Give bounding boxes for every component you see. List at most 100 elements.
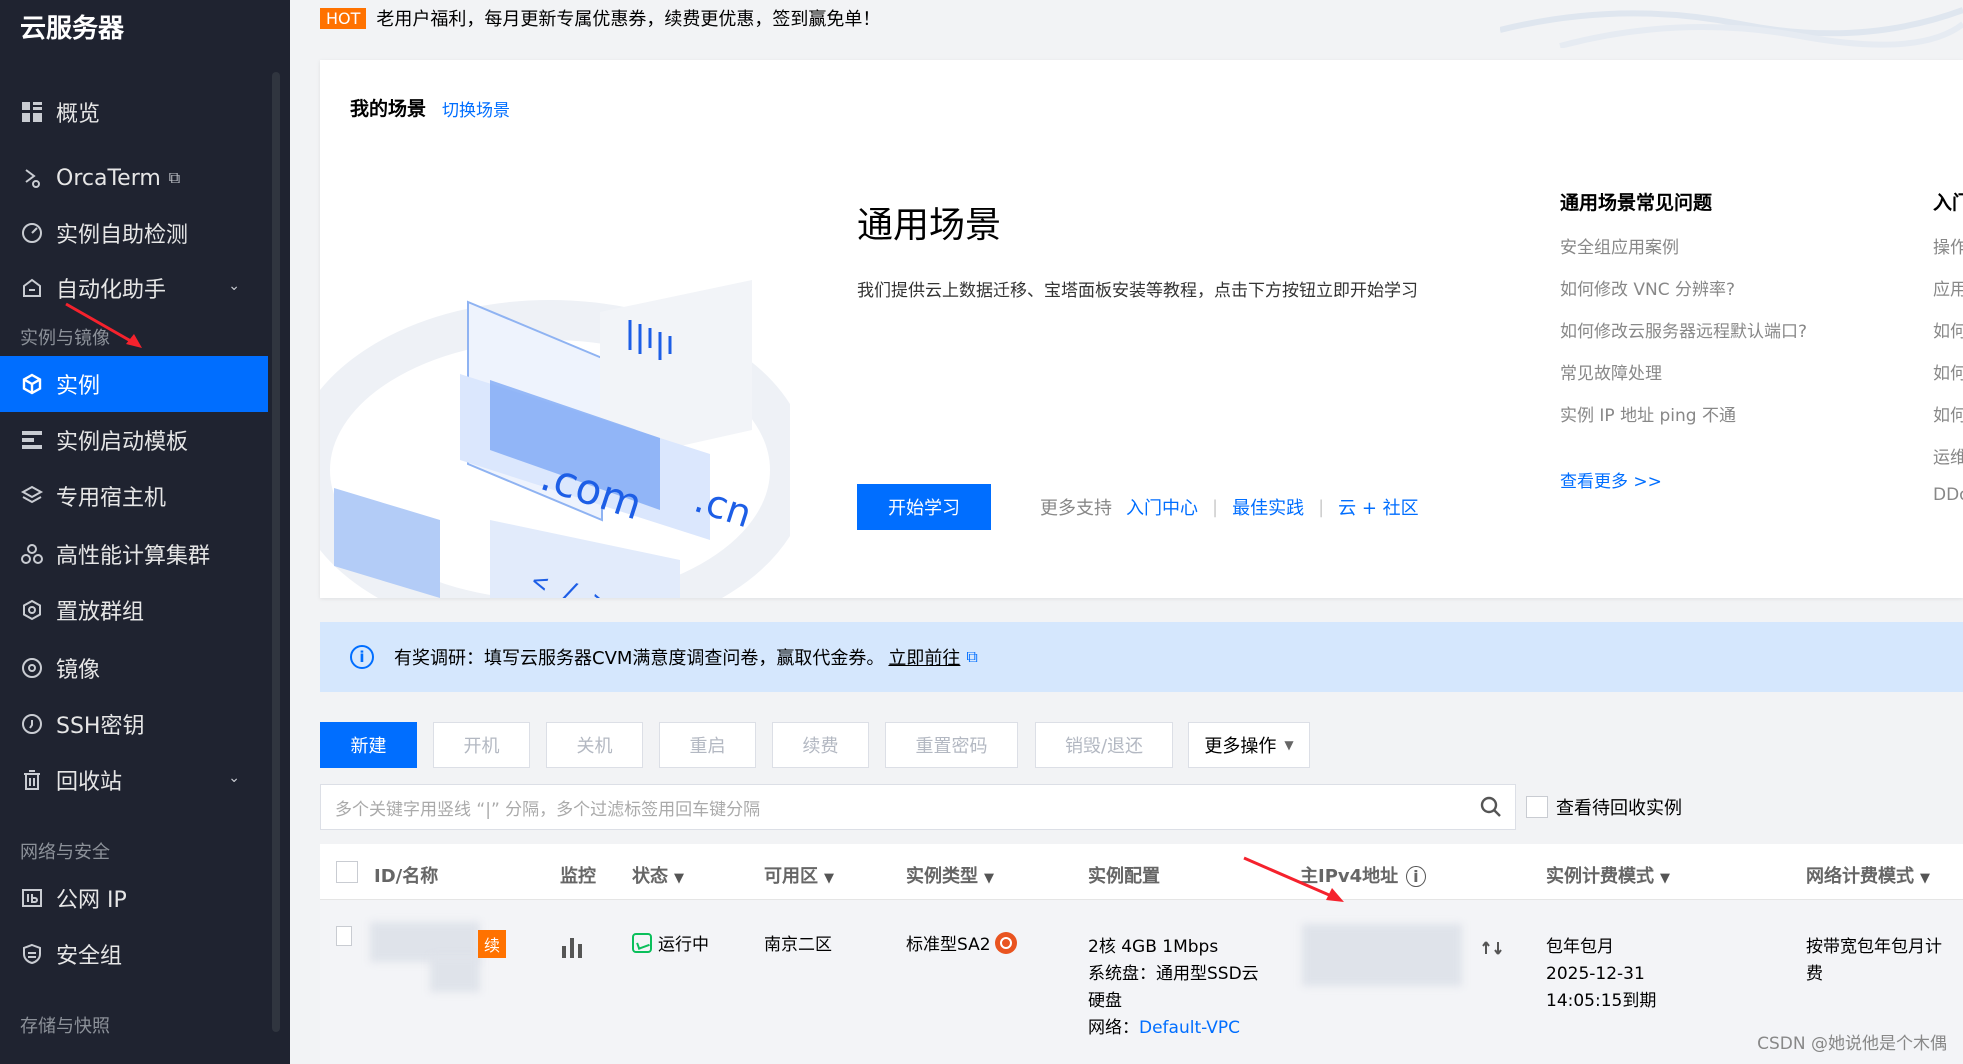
start-learning-button[interactable]: 开始学习 [857,484,991,530]
col-zone[interactable]: 可用区 ▼ [764,862,834,888]
sidebar-item-security-group[interactable]: 安全组 [0,926,268,982]
config-line: 硬盘 [1088,991,1122,1011]
sidebar-scrollbar[interactable] [272,72,280,1032]
faq-item[interactable]: 如何修改云服务器远程默认端口? [1560,317,1860,359]
ubuntu-icon [994,932,1017,954]
support-links: 更多支持 入门中心 | 最佳实践 | 云 + 社区 [1040,494,1433,520]
instance-table: ID/名称 监控 状态 ▼ 可用区 ▼ 实例类型 ▼ 实例配置 主IPv4地址 i 实例… [320,844,1963,1064]
net-billing-cell: 按带宽包年包月计 费 [1806,934,1942,988]
sidebar-title: 云服务器 [20,14,125,44]
reset-password-button[interactable]: 重置密码 [885,722,1018,768]
filter-icon: ▼ [1920,871,1930,886]
faq2-item[interactable]: 操作 [1933,233,1963,275]
type-cell: 标准型SA2 [906,932,1017,959]
zone-cell: 南京二区 [764,935,832,955]
start-button[interactable]: 开机 [433,722,530,768]
link-getting-started[interactable]: 入门中心 [1126,494,1198,520]
config-line: 系统盘：通用型SSD云 [1088,964,1259,984]
faq-item[interactable]: 常见故障处理 [1560,359,1860,401]
sidebar-item-label: 安全组 [56,944,123,969]
renew-tag[interactable]: 续 [478,930,506,958]
faq-item[interactable]: 实例 IP 地址 ping 不通 [1560,401,1860,443]
col-instance-type[interactable]: 实例类型 ▼ [906,862,994,888]
faq2-item[interactable]: 如何 [1933,359,1963,401]
survey-link[interactable]: 立即前往 [888,644,960,670]
vpc-link[interactable]: Default-VPC [1139,1018,1240,1038]
faq2-item[interactable]: DDo [1933,485,1963,527]
link-best-practices[interactable]: 最佳实践 [1232,494,1304,520]
search-input[interactable]: 多个关键字用竖线 “|” 分隔，多个过滤标签用回车键分隔 [320,784,1516,830]
renew-button[interactable]: 续费 [772,722,869,768]
faq2-item[interactable]: 运维 [1933,443,1963,485]
col-billing[interactable]: 实例计费模式 ▼ [1546,862,1670,888]
faq-more-link[interactable]: 查看更多 >> [1560,467,1860,492]
table-row[interactable]: 续 运行中 南京二区 标准型SA2 2核 4GB 1Mbps 系统盘：通用型SS… [320,900,1963,1064]
sidebar-item-ssh-keys[interactable]: SSH密钥 [0,696,268,752]
sidebar-item-images[interactable]: 镜像 [0,640,268,696]
sidebar-item-placement-group[interactable]: 置放群组 [0,582,268,638]
sidebar-item-self-check[interactable]: 实例自助检测 [0,205,268,261]
chevron-down-icon: ⌄ [228,770,240,786]
faq-item[interactable]: 如何修改 VNC 分辨率? [1560,275,1860,317]
col-status[interactable]: 状态 ▼ [632,862,684,888]
row-checkbox[interactable] [336,926,352,946]
redacted-name [430,956,480,992]
sidebar-item-dedicated-host[interactable]: 专用宿主机 [0,468,268,524]
search-placeholder: 多个关键字用竖线 “|” 分隔，多个过滤标签用回车键分隔 [335,799,761,820]
sidebar-item-label: 专用宿主机 [56,486,167,511]
trash-icon [20,768,44,792]
sidebar-item-label: 高性能计算集群 [56,544,211,569]
survey-text: 有奖调研：填写云服务器CVM满意度调查问卷，赢取代金券。 [394,648,885,669]
cube-icon [20,372,44,396]
grid-icon [20,100,44,124]
recycle-checkbox[interactable] [1526,796,1548,818]
promo-bar[interactable]: HOT 老用户福利，每月更新专属优惠券，续费更优惠，签到赢免单！ [320,4,880,32]
faq2-item[interactable]: 如何 [1933,401,1963,443]
stop-button[interactable]: 关机 [546,722,643,768]
search-icon[interactable] [1479,795,1503,819]
faq2-item[interactable]: 如何 [1933,317,1963,359]
faq2-item[interactable]: 应用 [1933,275,1963,317]
recycle-filter[interactable]: 查看待回收实例 [1526,794,1682,820]
gauge-icon [20,221,44,245]
sidebar-item-orcaterm[interactable]: OrcaTerm ⧉ [0,150,268,206]
cluster-icon [20,542,44,566]
sidebar-item-label: 置放群组 [56,600,145,625]
chevron-down-icon: ⌄ [228,278,240,294]
switch-scene-link[interactable]: 切换场景 [442,96,510,121]
restart-button[interactable]: 重启 [659,722,756,768]
external-link-icon[interactable]: ⧉ [966,647,977,667]
net-billing-line: 按带宽包年包月计 [1806,937,1942,957]
annotation-arrow [1243,856,1344,902]
sidebar-item-public-ip[interactable]: 公网 IP [0,870,268,926]
link-community[interactable]: 云 + 社区 [1338,494,1419,520]
sidebar-item-label: 实例 [56,374,101,399]
scene-illustration: .com .cn < / > [320,280,790,598]
section-network-security: 网络与安全 [20,842,110,863]
sidebar-item-recycle-bin[interactable]: 回收站 ⌄ [0,752,268,808]
running-icon [632,933,652,953]
col-net-billing[interactable]: 网络计费模式 ▼ [1806,862,1930,888]
sidebar-item-label: 回收站 [56,770,123,795]
sidebar-item-launch-template[interactable]: 实例启动模板 [0,412,268,468]
external-link-icon: ⧉ [168,168,181,187]
status-cell: 运行中 [632,932,709,959]
bar-chart-icon[interactable] [560,936,584,958]
scene-title: 通用场景 [857,205,1002,246]
robot-icon [20,276,44,300]
sidebar-item-hpc-cluster[interactable]: 高性能计算集群 [0,526,268,582]
select-all-checkbox[interactable] [336,861,358,883]
more-actions-dropdown[interactable]: 更多操作 ▼ [1188,722,1310,768]
billing-cell: 包年包月 2025-12-31 14:05:15到期 [1546,934,1656,1015]
destroy-button[interactable]: 销毁/退还 [1035,722,1173,768]
orcaterm-icon [20,166,44,190]
swap-icon[interactable] [1482,938,1502,958]
more-actions-label: 更多操作 [1204,736,1277,757]
sidebar-item-instances[interactable]: 实例 [0,356,268,412]
divider: | [1212,496,1219,518]
new-button[interactable]: 新建 [320,722,417,768]
divider: | [1318,496,1325,518]
sidebar-item-overview[interactable]: 概览 [0,84,268,140]
faq-item[interactable]: 安全组应用案例 [1560,233,1860,275]
shield-icon [20,942,44,966]
